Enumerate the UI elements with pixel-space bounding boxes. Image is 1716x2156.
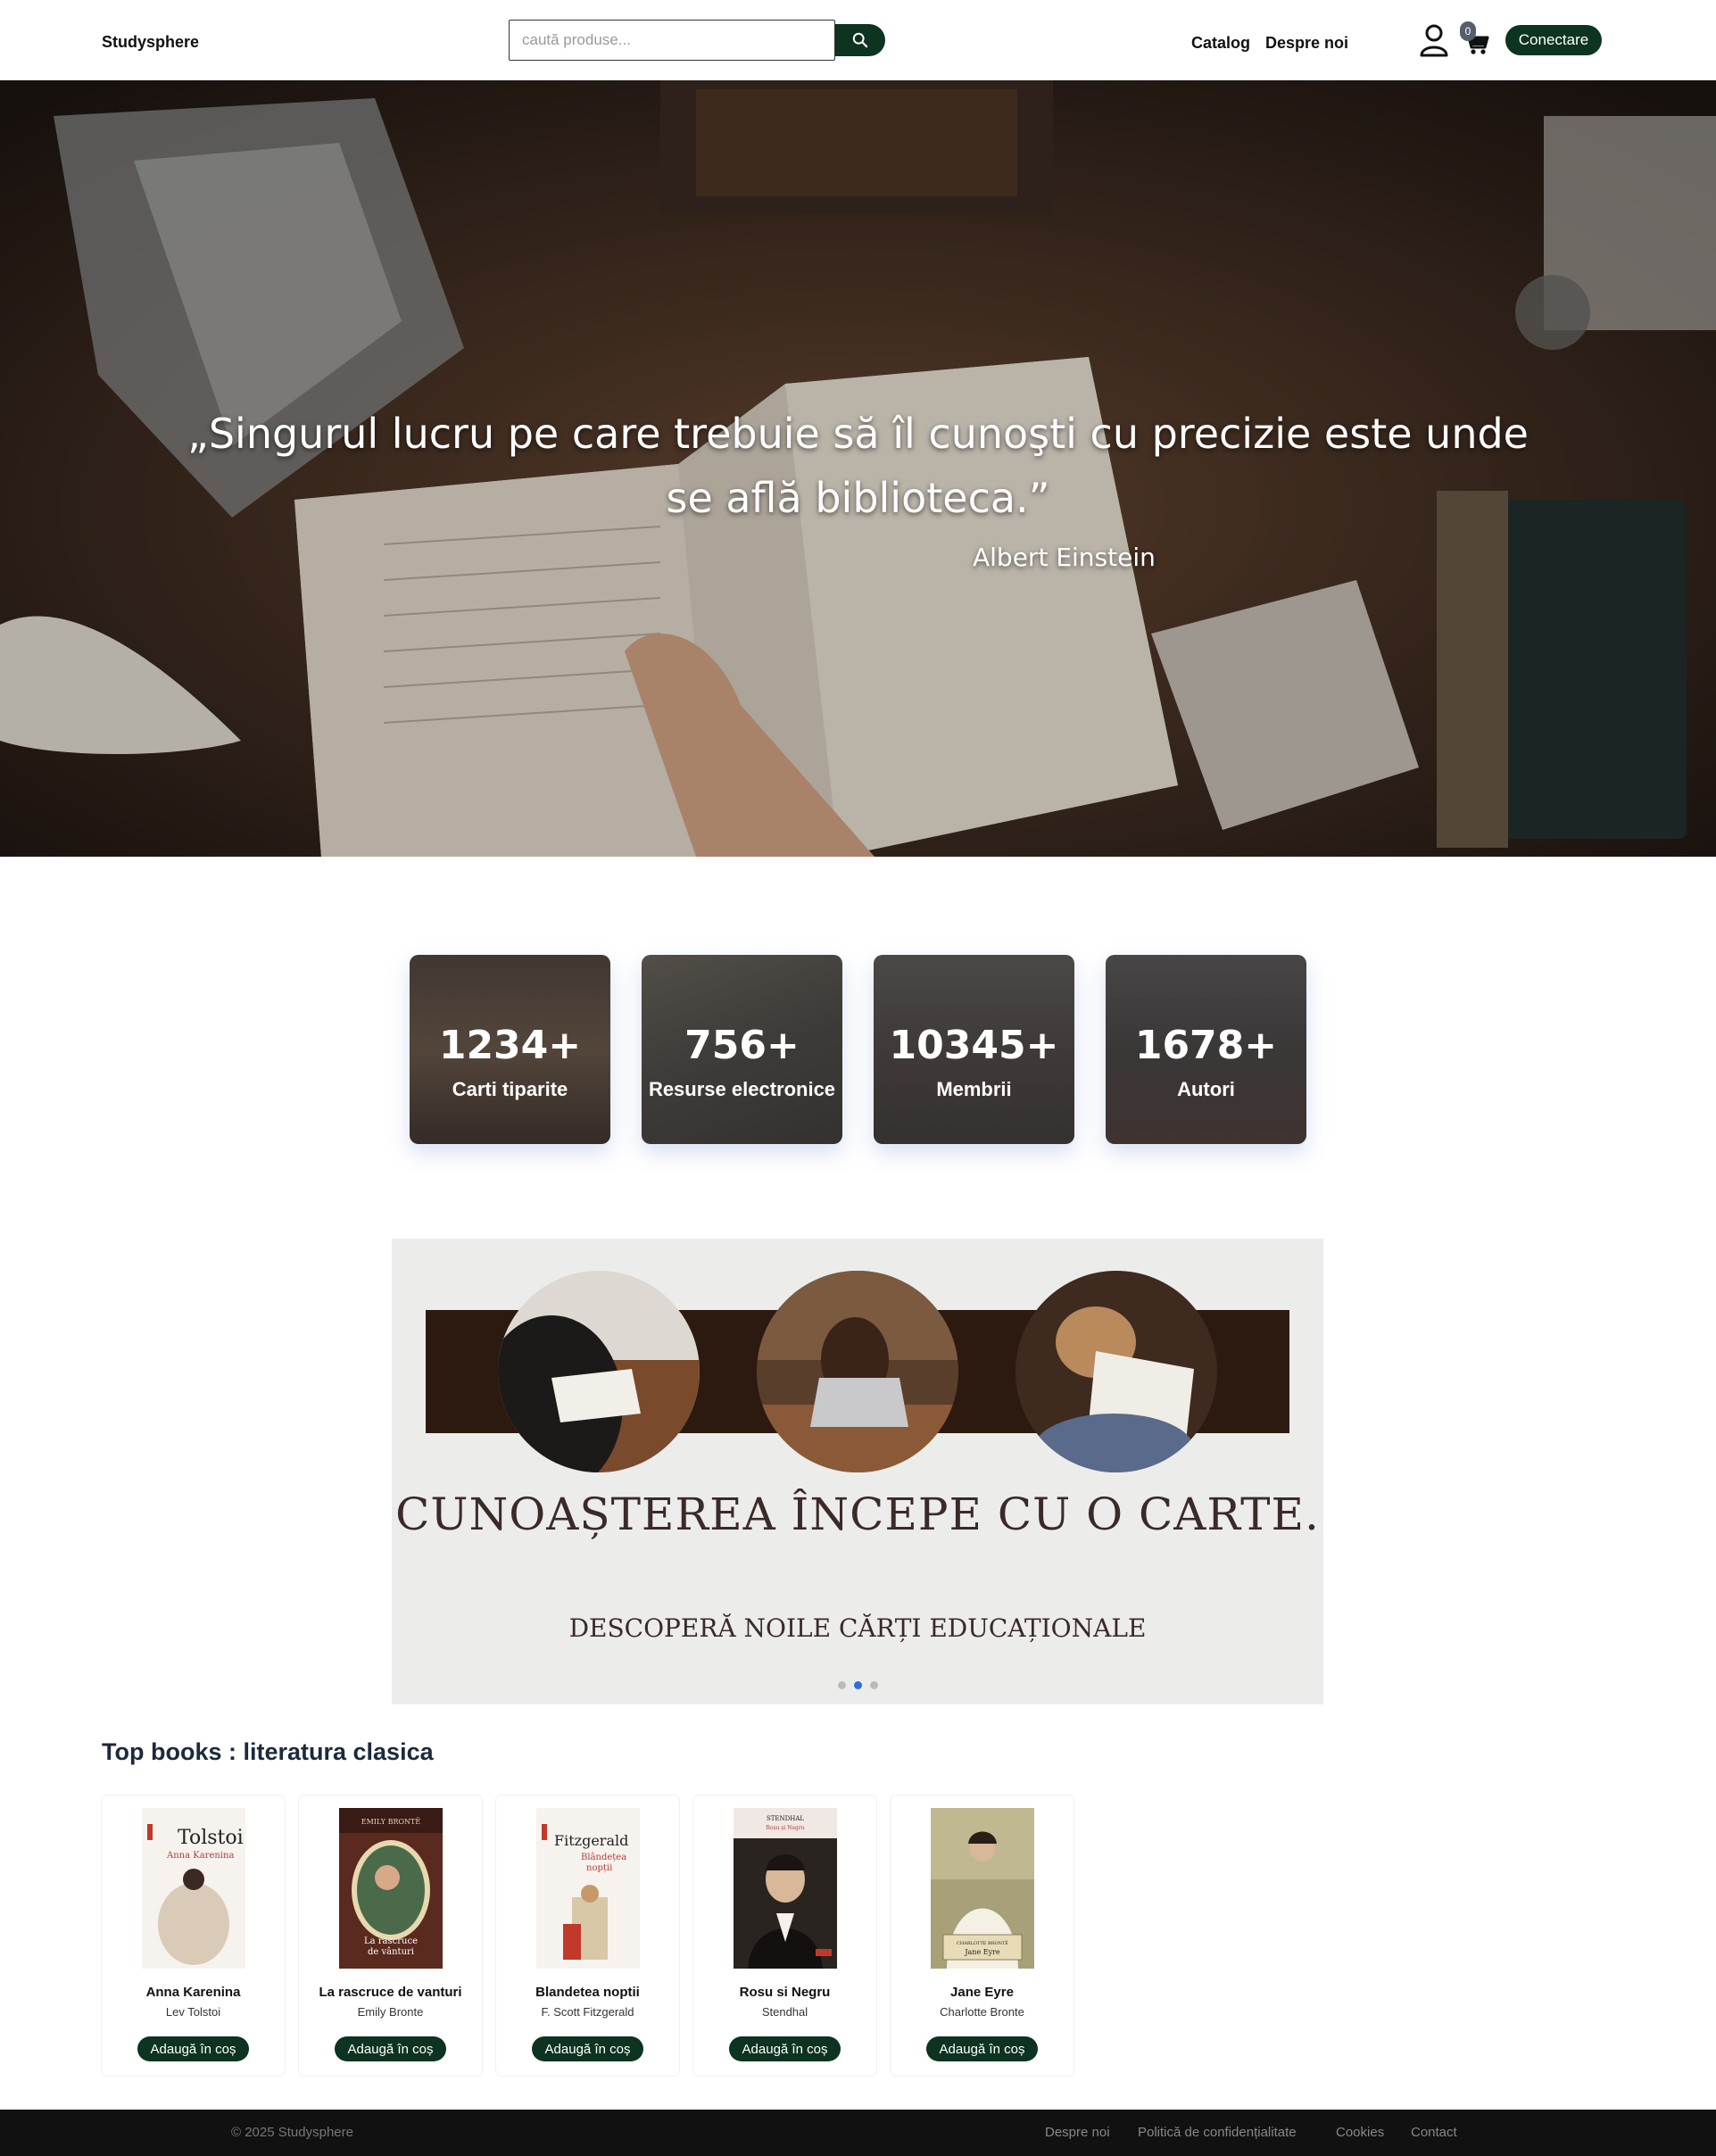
book-author: Charlotte Bronte: [940, 2005, 1024, 2019]
svg-text:CHARLOTTE BRONTË: CHARLOTTE BRONTË: [957, 1940, 1008, 1946]
svg-text:Jane Eyre: Jane Eyre: [964, 1948, 1000, 1956]
svg-text:nopții: nopții: [586, 1863, 612, 1873]
book-author: Emily Bronte: [357, 2005, 424, 2019]
book-cover-image[interactable]: EMILY BRONTË La rascruce de vânturi: [339, 1808, 443, 1969]
hero-quote-author: Albert Einstein: [973, 543, 1156, 572]
stat-label: Resurse electronice: [648, 1078, 836, 1100]
svg-text:EMILY BRONTË: EMILY BRONTË: [361, 1818, 421, 1826]
footer: © 2025 Studysphere Despre noi Politică d…: [0, 2110, 1716, 2156]
stat-card-authors: 1678+ Autori: [1106, 955, 1306, 1144]
footer-link-privacy[interactable]: Politică de confidențialitate: [1138, 2125, 1297, 2140]
book-card[interactable]: Tolstoi Anna Karenina Anna Karenina Lev …: [102, 1795, 285, 2076]
footer-copyright: © 2025 Studysphere: [231, 2125, 353, 2140]
stats-section: 1234+ Carti tiparite 756+ Resurse electr…: [410, 955, 1306, 1144]
hero-quote: „Singurul lucru pe care trebuie să îl cu…: [187, 410, 1529, 522]
carousel-photo-child-writing: [1016, 1271, 1217, 1472]
book-card[interactable]: STENDHAL Roșu și Negru Rosu si Negru Ste…: [693, 1795, 876, 2076]
book-cover-image[interactable]: Fitzgerald Blândețea nopții: [536, 1808, 640, 1969]
book-title: Blandetea noptii: [535, 1985, 640, 2000]
svg-text:Tolstoi: Tolstoi: [178, 1827, 244, 1849]
hero-banner: „Singurul lucru pe care trebuie să îl cu…: [0, 80, 1716, 857]
book-cover-image[interactable]: STENDHAL Roșu și Negru: [734, 1808, 837, 1969]
stat-number: 10345+: [889, 1023, 1059, 1068]
carousel-title: CUNOAȘTEREA ÎNCEPE CU O CARTE.: [395, 1488, 1320, 1540]
stat-number: 1234+: [438, 1023, 582, 1068]
svg-text:Roșu și Negru: Roșu și Negru: [766, 1825, 804, 1831]
carousel-indicators: [838, 1681, 878, 1689]
svg-text:Fitzgerald: Fitzgerald: [554, 1832, 628, 1849]
carousel-dot[interactable]: [870, 1681, 878, 1689]
add-to-cart-button[interactable]: Adaugă în coș: [926, 2036, 1038, 2061]
book-title: Jane Eyre: [950, 1985, 1014, 2000]
nav-link-despre-noi[interactable]: Despre noi: [1265, 34, 1348, 53]
book-title: Rosu si Negru: [739, 1985, 831, 2000]
login-button[interactable]: Conectare: [1505, 25, 1602, 55]
book-card[interactable]: Fitzgerald Blândețea nopții Blandetea no…: [496, 1795, 679, 2076]
svg-text:STENDHAL: STENDHAL: [767, 1815, 804, 1822]
footer-link-cookies[interactable]: Cookies: [1336, 2125, 1384, 2140]
book-title: Anna Karenina: [145, 1985, 241, 2000]
stat-card-printed-books: 1234+ Carti tiparite: [410, 955, 610, 1144]
stat-label: Membrii: [936, 1078, 1012, 1100]
add-to-cart-button[interactable]: Adaugă în coș: [532, 2036, 643, 2061]
cart-count-badge: 0: [1460, 21, 1476, 41]
svg-text:La rascruce: La rascruce: [364, 1936, 418, 1946]
search-bar: [509, 20, 885, 61]
add-to-cart-button[interactable]: Adaugă în coș: [729, 2036, 841, 2061]
user-icon[interactable]: [1419, 23, 1449, 57]
stat-number: 756+: [684, 1023, 800, 1068]
search-button[interactable]: [835, 24, 885, 56]
svg-text:de vânturi: de vânturi: [368, 1947, 414, 1957]
navbar: Studysphere Catalog Despre noi 0 Conecta…: [0, 0, 1716, 80]
stat-label: Carti tiparite: [452, 1078, 568, 1100]
promo-carousel[interactable]: CUNOAȘTEREA ÎNCEPE CU O CARTE. DESCOPERĂ…: [392, 1239, 1323, 1704]
book-author: Lev Tolstoi: [165, 2005, 221, 2019]
carousel-photo-reading: [498, 1271, 700, 1472]
stat-number: 1678+: [1134, 1023, 1278, 1068]
svg-text:Anna Karenina: Anna Karenina: [166, 1851, 234, 1861]
book-card[interactable]: CHARLOTTE BRONTË Jane Eyre Jane Eyre Cha…: [891, 1795, 1074, 2076]
brand-logo[interactable]: Studysphere: [102, 33, 199, 52]
book-title: La rascruce de vanturi: [319, 1985, 462, 2000]
book-cover-image[interactable]: Tolstoi Anna Karenina: [142, 1808, 245, 1969]
nav-link-catalog[interactable]: Catalog: [1191, 34, 1250, 53]
book-author: F. Scott Fitzgerald: [541, 2005, 634, 2019]
carousel-dot-active[interactable]: [854, 1681, 862, 1689]
book-author: Stendhal: [761, 2005, 808, 2019]
footer-link-despre-noi[interactable]: Despre noi: [1045, 2125, 1110, 2140]
top-books-list: Tolstoi Anna Karenina Anna Karenina Lev …: [102, 1795, 1074, 2076]
carousel-subtitle: DESCOPERĂ NOILE CĂRȚI EDUCAȚIONALE: [568, 1613, 1147, 1643]
stat-label: Autori: [1177, 1078, 1235, 1100]
search-input[interactable]: [509, 20, 835, 61]
add-to-cart-button[interactable]: Adaugă în coș: [137, 2036, 249, 2061]
top-books-heading: Top books : literatura clasica: [102, 1738, 434, 1765]
stat-card-members: 10345+ Membrii: [874, 955, 1074, 1144]
carousel-dot[interactable]: [838, 1681, 846, 1689]
svg-text:Blândețea: Blândețea: [581, 1853, 626, 1862]
carousel-photo-laptop: [757, 1271, 958, 1472]
cart-button[interactable]: 0: [1460, 21, 1490, 55]
add-to-cart-button[interactable]: Adaugă în coș: [335, 2036, 446, 2061]
book-card[interactable]: EMILY BRONTË La rascruce de vânturi La r…: [299, 1795, 482, 2076]
search-icon: [852, 32, 868, 48]
stat-card-electronic-resources: 756+ Resurse electronice: [642, 955, 842, 1144]
footer-link-contact[interactable]: Contact: [1411, 2125, 1457, 2140]
book-cover-image[interactable]: CHARLOTTE BRONTË Jane Eyre: [931, 1808, 1034, 1969]
